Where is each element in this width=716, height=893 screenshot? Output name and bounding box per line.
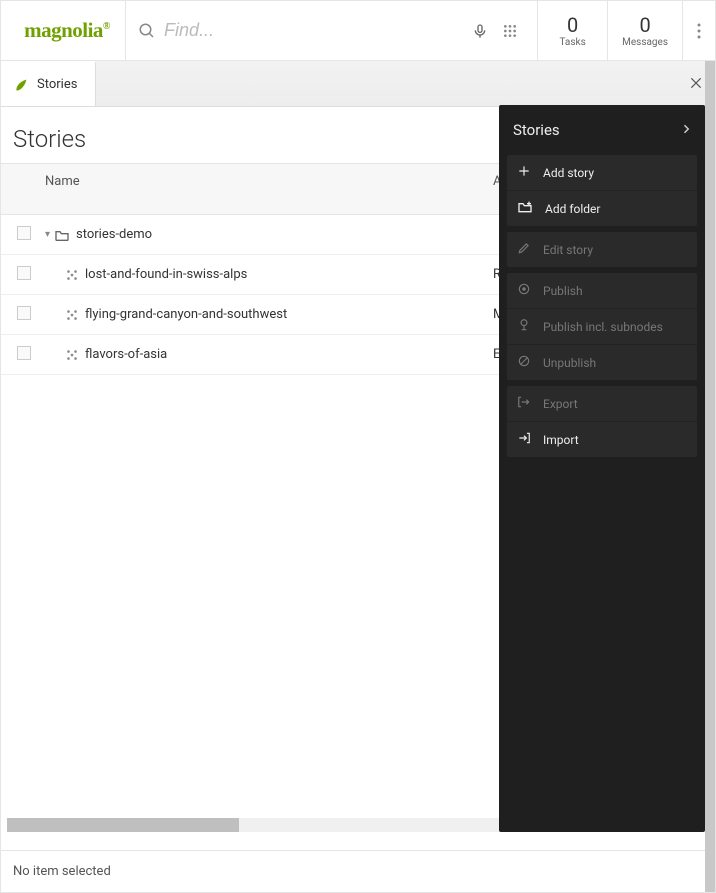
tasks-indicator[interactable]: 0 Tasks — [537, 1, 607, 60]
action-unpublish: Unpublish — [507, 345, 697, 380]
folder-icon — [54, 228, 70, 242]
logo[interactable]: magnolia® — [1, 1, 125, 60]
app-tab-bar: Stories — [1, 61, 715, 107]
action-label: Publish — [543, 284, 583, 298]
expand-toggle[interactable]: ▾ — [45, 229, 50, 240]
action-label: Add story — [543, 166, 594, 180]
action-group: Add story Add folder — [507, 155, 697, 226]
search-input[interactable] — [164, 20, 465, 41]
circle-dot-icon — [517, 282, 531, 299]
action-add-folder[interactable]: Add folder — [507, 191, 697, 226]
messages-indicator[interactable]: 0 Messages — [607, 1, 682, 60]
app-header: magnolia® 0 Tasks 0 Messages — [1, 1, 715, 61]
action-group: Publish Publish incl. subnodes Unpublish — [507, 273, 697, 380]
panel-title: Stories — [513, 121, 681, 139]
pencil-icon — [517, 241, 531, 258]
overflow-menu[interactable] — [682, 1, 715, 60]
action-group: Export Import — [507, 386, 697, 457]
row-name: stories-demo — [76, 227, 152, 242]
row-checkbox[interactable] — [17, 226, 31, 240]
app-tab-label: Stories — [37, 77, 77, 92]
action-group: Edit story — [507, 232, 697, 267]
export-icon — [517, 395, 531, 412]
row-checkbox[interactable] — [17, 346, 31, 360]
action-import[interactable]: Import — [507, 422, 697, 457]
apps-grid-icon[interactable] — [495, 23, 525, 39]
content-icon — [65, 268, 79, 282]
folder-plus-icon — [517, 200, 533, 217]
search-bar[interactable] — [125, 1, 537, 60]
chevron-right-icon[interactable] — [681, 121, 691, 139]
action-edit-story: Edit story — [507, 232, 697, 267]
row-name: flying-grand-canyon-and-southwest — [85, 307, 287, 322]
action-label: Import — [543, 433, 579, 447]
messages-label: Messages — [622, 37, 668, 48]
action-publish: Publish — [507, 273, 697, 309]
circle-slash-icon — [517, 354, 531, 371]
action-export: Export — [507, 386, 697, 422]
row-name: flavors-of-asia — [85, 347, 167, 362]
content-icon — [65, 348, 79, 362]
leaf-icon — [13, 77, 29, 93]
search-icon — [138, 22, 156, 40]
tasks-label: Tasks — [560, 37, 586, 48]
actions-panel: Stories Add story Add folder Edit story Pub… — [499, 105, 705, 832]
status-text: No item selected — [13, 864, 111, 879]
content-icon — [65, 308, 79, 322]
action-label: Publish incl. subnodes — [543, 320, 663, 334]
tasks-count: 0 — [567, 13, 578, 37]
plus-icon — [517, 164, 531, 181]
col-name[interactable]: Name — [37, 164, 485, 214]
scrollbar-thumb[interactable] — [705, 61, 715, 892]
row-checkbox[interactable] — [17, 266, 31, 280]
messages-count: 0 — [639, 13, 650, 37]
app-tab-stories[interactable]: Stories — [1, 61, 96, 106]
action-label: Add folder — [545, 202, 600, 216]
action-label: Unpublish — [543, 356, 596, 370]
circle-tree-icon — [517, 318, 531, 335]
close-icon[interactable] — [689, 75, 703, 94]
status-bar: No item selected — [1, 850, 715, 892]
action-publish-incl-subnodes: Publish incl. subnodes — [507, 309, 697, 345]
action-add-story[interactable]: Add story — [507, 155, 697, 191]
vertical-scrollbar[interactable] — [705, 61, 715, 892]
mic-icon[interactable] — [465, 23, 495, 39]
scrollbar-thumb[interactable] — [7, 818, 239, 832]
row-checkbox[interactable] — [17, 306, 31, 320]
row-name: lost-and-found-in-swiss-alps — [85, 267, 247, 282]
action-label: Edit story — [543, 243, 593, 257]
action-label: Export — [543, 397, 578, 411]
import-icon — [517, 431, 531, 448]
